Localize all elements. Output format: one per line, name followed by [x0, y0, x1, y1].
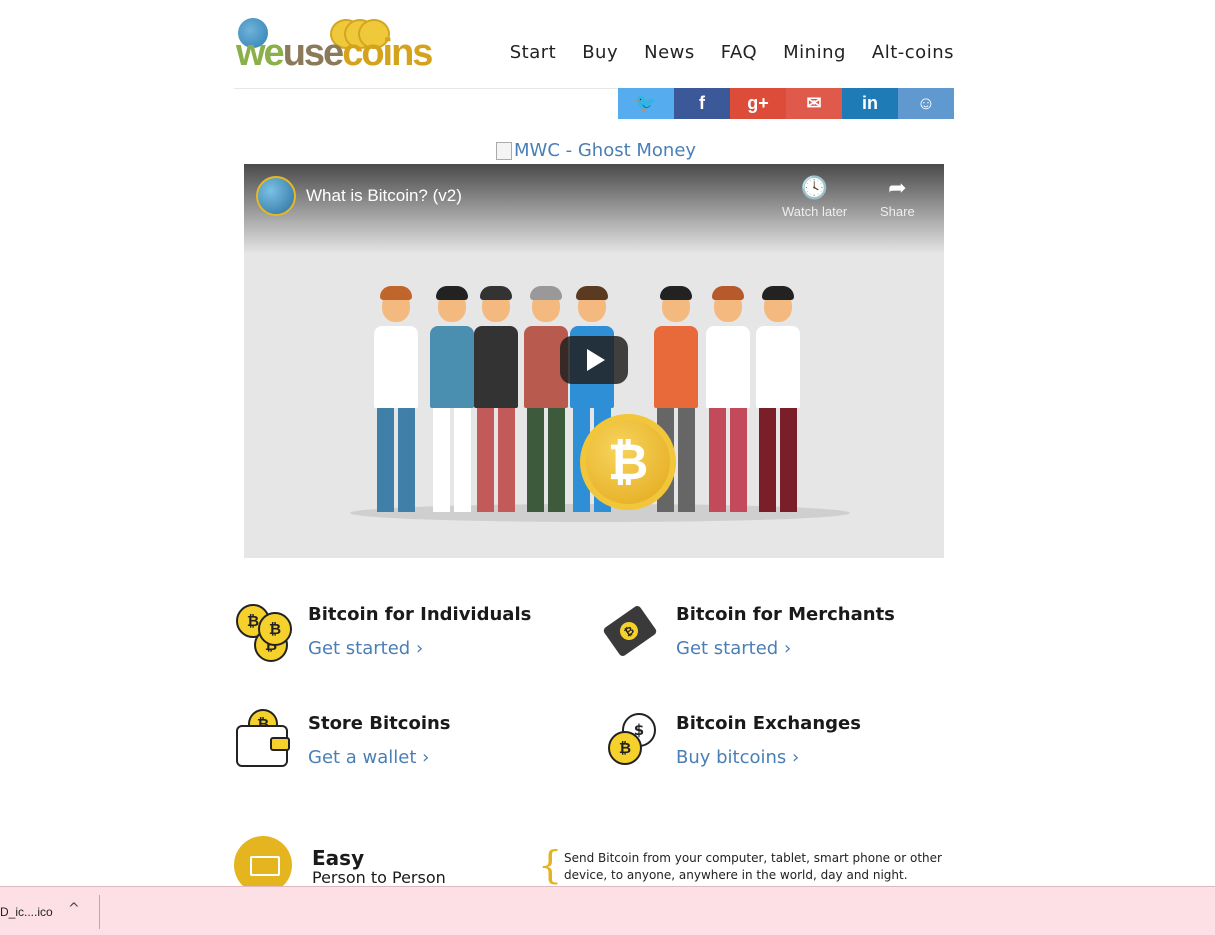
channel-avatar[interactable] [256, 176, 296, 216]
download-bar: D_ic....ico ^ [0, 886, 1215, 935]
reddit-icon: ☺ [916, 93, 936, 113]
watch-later-label: Watch later [782, 204, 848, 219]
exchange-icon: $ ₿ [602, 709, 662, 773]
linkedin-share-button[interactable]: in [842, 88, 898, 119]
feature-merchants: ₿ Bitcoin for Merchants Get started › [602, 600, 922, 670]
feature-title: Bitcoin for Individuals [308, 604, 532, 625]
facebook-share-button[interactable]: f [674, 88, 730, 119]
share-label: Share [880, 204, 915, 219]
google-plus-icon: g+ [747, 93, 769, 113]
email-icon: ✉ [806, 93, 822, 113]
chevron-up-icon[interactable]: ^ [68, 901, 80, 917]
broken-image-icon [496, 141, 512, 160]
illustration-person [474, 286, 518, 512]
nav-news[interactable]: News [644, 42, 695, 63]
feature-individuals: ₿ ₿ ₿ Bitcoin for Individuals Get starte… [234, 600, 554, 670]
feature-title: Bitcoin Exchanges [676, 713, 861, 734]
buy-bitcoins-link[interactable]: Buy bitcoins › [676, 747, 799, 768]
main-nav: Start Buy News FAQ Mining Alt-coins [510, 42, 954, 63]
site-logo[interactable]: weusecoins [234, 14, 433, 72]
share-button[interactable]: ➦ Share [880, 175, 915, 220]
feature-title: Store Bitcoins [308, 713, 451, 734]
feature-exchanges: $ ₿ Bitcoin Exchanges Buy bitcoins › [602, 709, 922, 779]
google-plus-share-button[interactable]: g+ [730, 88, 786, 119]
illustration-person [706, 286, 750, 512]
play-button[interactable] [560, 336, 628, 384]
reddit-share-button[interactable]: ☺ [898, 88, 954, 119]
nav-buy[interactable]: Buy [582, 42, 618, 63]
video-player[interactable]: ₿ What is Bitcoin? (v2) 🕓 Watch later ➦ … [244, 164, 944, 558]
nav-faq[interactable]: FAQ [721, 42, 757, 63]
email-share-button[interactable]: ✉ [786, 88, 842, 119]
illustration-person [524, 286, 568, 512]
facebook-icon: f [699, 93, 705, 113]
banner-alt-text: MWC - Ghost Money [514, 140, 697, 161]
feature-title: Bitcoin for Merchants [676, 604, 895, 625]
bitcoin-coin-icon: ₿ [580, 414, 676, 510]
easy-description: Send Bitcoin from your computer, tablet,… [564, 851, 942, 882]
banner-image[interactable]: MWC - Ghost Money [496, 140, 696, 161]
nav-mining[interactable]: Mining [783, 42, 846, 63]
linkedin-icon: in [862, 93, 878, 113]
twitter-icon: 🐦 [634, 93, 658, 113]
coins-icon: ₿ ₿ ₿ [234, 600, 294, 664]
nav-alt-coins[interactable]: Alt-coins [872, 42, 954, 63]
illustration-person [756, 286, 800, 512]
feature-store: ₿ Store Bitcoins Get a wallet › [234, 709, 554, 779]
video-title[interactable]: What is Bitcoin? (v2) [306, 186, 462, 206]
download-item[interactable]: D_ic....ico [0, 905, 53, 919]
play-icon [587, 349, 605, 371]
easy-subtitle: Person to Person [312, 868, 446, 887]
wallet-icon: ₿ [234, 709, 294, 773]
share-icon: ➦ [888, 175, 907, 200]
easy-title: Easy [312, 846, 365, 870]
get-a-wallet-link[interactable]: Get a wallet › [308, 747, 429, 768]
logo-wordmark: weusecoins [236, 32, 433, 74]
share-bar: 🐦 f g+ ✉ in ☺ [618, 88, 954, 119]
nav-start[interactable]: Start [510, 42, 556, 63]
illustration-person [374, 286, 418, 512]
clock-icon: 🕓 [800, 175, 829, 200]
get-started-link[interactable]: Get started › [676, 638, 791, 659]
price-tag-icon: ₿ [602, 600, 662, 664]
twitter-share-button[interactable]: 🐦 [618, 88, 674, 119]
get-started-link[interactable]: Get started › [308, 638, 423, 659]
illustration-person [430, 286, 474, 512]
brace-icon: { [538, 843, 563, 887]
watch-later-button[interactable]: 🕓 Watch later [782, 175, 848, 220]
divider [99, 895, 100, 929]
